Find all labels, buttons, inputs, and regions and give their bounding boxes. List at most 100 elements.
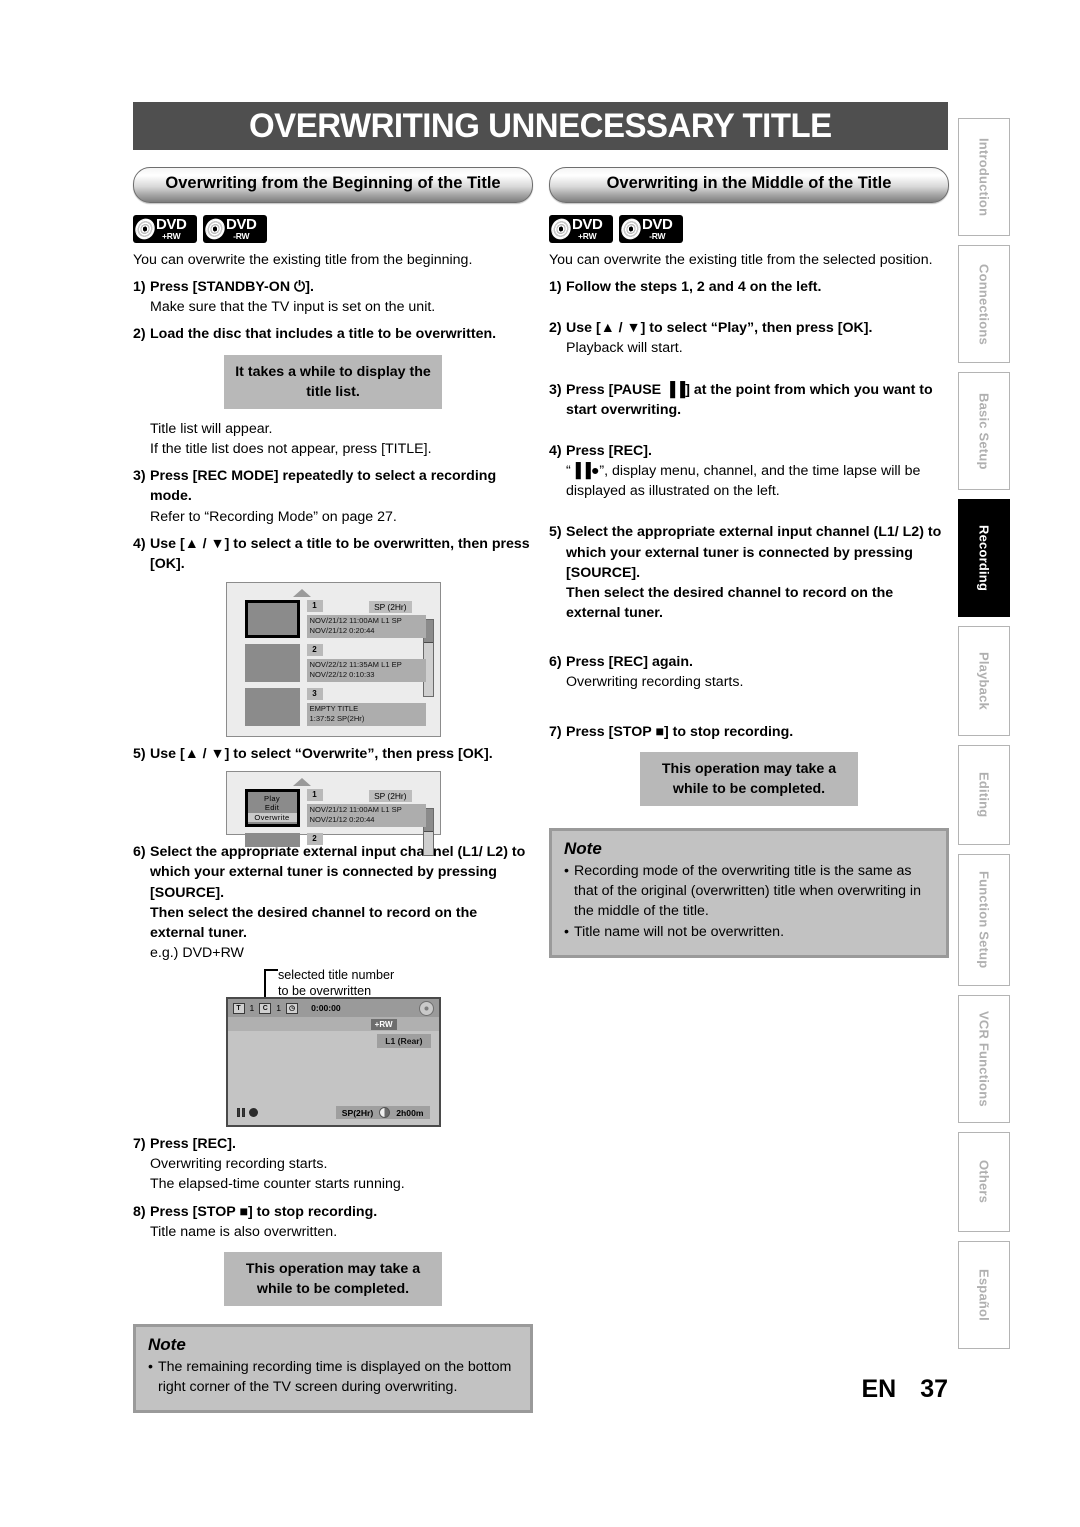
page-title-banner: OVERWRITING UNNECESSARY TITLE xyxy=(133,102,948,150)
left-step-6: 6) Select the appropriate external input… xyxy=(133,842,533,943)
left-step-2-sub-0: Title list will appear. xyxy=(150,420,273,437)
dvd-badge-main: DVD xyxy=(572,216,603,234)
sidebar-tab-editing[interactable]: Editing xyxy=(958,745,1010,845)
menu-item-overwrite[interactable]: Overwrite xyxy=(247,812,297,823)
step-number: 4) xyxy=(549,442,562,459)
left-callout-operation: This operation may take a while to be co… xyxy=(224,1251,442,1307)
left-step-8-sub-0: Title name is also overwritten. xyxy=(150,1223,338,1240)
dvd-minus-rw-badge: DVD -RW xyxy=(203,215,267,243)
osd-caption-text: selected title number to be overwritten xyxy=(278,968,395,999)
right-step-4: 4) Press [REC]. xyxy=(549,441,949,461)
step-number: 1) xyxy=(549,279,562,296)
step-text: Follow the steps 1, 2 and 4 on the left. xyxy=(566,279,822,296)
step-number: 6) xyxy=(133,844,146,861)
sidebar-tab-playback[interactable]: Playback xyxy=(958,626,1010,736)
osd-bottom-bar: SP(2Hr) 2h00m xyxy=(228,1106,439,1120)
step-text: Press [REC]. xyxy=(566,442,652,459)
sidebar-tab-function-setup[interactable]: Function Setup xyxy=(958,854,1010,986)
step-text: Press [REC]. xyxy=(150,1136,236,1153)
step-number: 3) xyxy=(549,381,562,398)
right-intro: You can overwrite the existing title fro… xyxy=(549,252,933,268)
dvd-badge-main: DVD xyxy=(642,216,673,234)
tab-label: Playback xyxy=(976,652,992,710)
scroll-up-arrow-icon xyxy=(293,589,311,598)
right-step-5: 5) Select the appropriate external input… xyxy=(549,522,949,623)
left-step-8: 8) Press [STOP ■] to stop recording. xyxy=(133,1202,533,1222)
title-list-row[interactable]: 2 NOV/22/12 11:35AM L1 EP NOV/22/12 0:10… xyxy=(244,644,426,683)
title-list-row[interactable]: 2 xyxy=(244,833,426,848)
step-text: Press [REC] again. xyxy=(566,654,693,671)
step-number: 8) xyxy=(133,1203,146,1220)
right-callout-operation-wrap: This operation may take a while to be co… xyxy=(549,751,949,806)
sidebar-tab-recording[interactable]: Recording xyxy=(958,499,1010,617)
step-text: Press [STOP ■] to stop recording. xyxy=(150,1203,378,1220)
osd-format-row: +RW xyxy=(227,1017,439,1032)
left-step-7: 7) Press [REC]. xyxy=(133,1134,533,1154)
osd-caption-block: selected title number to be overwritten xyxy=(133,967,533,999)
title-thumbnail-selected[interactable] xyxy=(244,600,300,639)
clock-icon: ◷ xyxy=(286,1002,299,1014)
left-step-4: 4) Use [▲ / ▼] to select a title to be o… xyxy=(133,534,533,574)
sidebar-tab-others[interactable]: Others xyxy=(958,1132,1010,1232)
left-intro: You can overwrite the existing title fro… xyxy=(133,252,473,268)
title-number: 2 xyxy=(306,833,323,846)
sidebar-tab-basic-setup[interactable]: Basic Setup xyxy=(958,372,1010,490)
section-heading-left: Overwriting from the Beginning of the Ti… xyxy=(133,167,533,203)
dvd-badge-sub: -RW xyxy=(649,231,666,242)
title-list-row[interactable]: Play Edit Overwrite 1 NOV/21/12 11:00AM … xyxy=(244,789,426,828)
step-number: 4) xyxy=(133,535,146,552)
tab-label: Connections xyxy=(976,263,992,345)
title-thumbnail[interactable] xyxy=(244,644,300,683)
section-heading-right-label: Overwriting in the Middle of the Title xyxy=(606,173,892,192)
title-list-row[interactable]: 1 NOV/21/12 11:00AM L1 SP NOV/21/12 0:20… xyxy=(244,600,426,639)
osd-remaining-time: 2h00m xyxy=(396,1107,424,1118)
sidebar-tab-introduction[interactable]: Introduction xyxy=(958,118,1010,236)
left-step-5: 5) Use [▲ / ▼] to select “Overwrite”, th… xyxy=(133,744,533,764)
sidebar-tab-connections[interactable]: Connections xyxy=(958,245,1010,363)
dvd-badge-sub: -RW xyxy=(233,231,250,242)
right-step-7: 7) Press [STOP ■] to stop recording. xyxy=(549,722,949,742)
title-meta: NOV/21/12 11:00AM L1 SP NOV/21/12 0:20:4… xyxy=(306,615,426,638)
screenshot-title-list: SP (2Hr) 1 NOV/21/12 11:00AM L1 SP NOV/2… xyxy=(225,582,441,738)
step-text: Select the appropriate external input ch… xyxy=(150,844,526,941)
left-step-1: 1) Press [STANDBY-ON ⏻]. xyxy=(133,277,533,297)
left-step-7-sub-1: The elapsed-time counter starts running. xyxy=(150,1176,405,1193)
sidebar-tab-espanol[interactable]: Español xyxy=(958,1241,1010,1349)
dvd-minus-rw-badge: DVD -RW xyxy=(619,215,683,243)
scroll-up-arrow-icon xyxy=(293,778,311,787)
title-meta-line1: NOV/22/12 11:35AM L1 EP xyxy=(309,660,402,670)
tab-label: Others xyxy=(976,1160,992,1204)
left-step-2-sub-1: If the title list does not appear, press… xyxy=(150,441,432,458)
step-text: Use [▲ / ▼] to select “Play”, then press… xyxy=(566,320,873,337)
media-badges-left: DVD +RW DVD -RW xyxy=(133,215,267,243)
right-step-2: 2) Use [▲ / ▼] to select “Play”, then pr… xyxy=(549,318,949,338)
sidebar-tab-vcr-functions[interactable]: VCR Functions xyxy=(958,995,1010,1123)
screenshot-recording-osd: T 1 C 1 ◷ 0:00:00 +RW L1 (Rear) SP(2Hr) … xyxy=(225,997,441,1128)
footer-page-number: 37 xyxy=(920,1375,948,1403)
tab-label: VCR Functions xyxy=(976,1011,992,1107)
menu-item-edit[interactable]: Edit xyxy=(265,803,279,812)
title-thumbnail[interactable] xyxy=(244,833,300,848)
note-item: • Recording mode of the overwriting titl… xyxy=(564,861,934,921)
title-meta-line2: NOV/22/12 0:10:33 xyxy=(309,670,375,680)
media-badges-right: DVD +RW DVD -RW xyxy=(549,215,683,243)
title-list-row[interactable]: 3 EMPTY TITLE 1:37:52 SP(2Hr) xyxy=(244,688,426,727)
osd-remaining-group: SP(2Hr) 2h00m xyxy=(335,1106,430,1120)
pause-record-icon xyxy=(236,1108,258,1118)
left-column: You can overwrite the existing title fro… xyxy=(133,250,533,1413)
manual-page: OVERWRITING UNNECESSARY TITLE Overwritin… xyxy=(0,0,1080,1527)
disc-icon xyxy=(203,215,227,243)
step-number: 6) xyxy=(549,654,562,671)
left-callout-operation-wrap: This operation may take a while to be co… xyxy=(133,1251,533,1307)
section-heading-left-label: Overwriting from the Beginning of the Ti… xyxy=(165,173,501,192)
step-number: 5) xyxy=(133,746,146,763)
step-number: 7) xyxy=(549,723,562,740)
context-menu[interactable]: Play Edit Overwrite xyxy=(244,789,300,828)
menu-item-play[interactable]: Play xyxy=(264,794,280,803)
step-text: Use [▲ / ▼] to select “Overwrite”, then … xyxy=(150,746,493,763)
leader-line-vertical xyxy=(264,969,266,998)
osd-rec-mode: SP(2Hr) xyxy=(341,1107,374,1118)
title-thumbnail[interactable] xyxy=(244,688,300,727)
title-meta: NOV/22/12 11:35AM L1 EP NOV/22/12 0:10:3… xyxy=(306,659,426,682)
osd-time-counter: 0:00:00 xyxy=(311,1003,341,1014)
